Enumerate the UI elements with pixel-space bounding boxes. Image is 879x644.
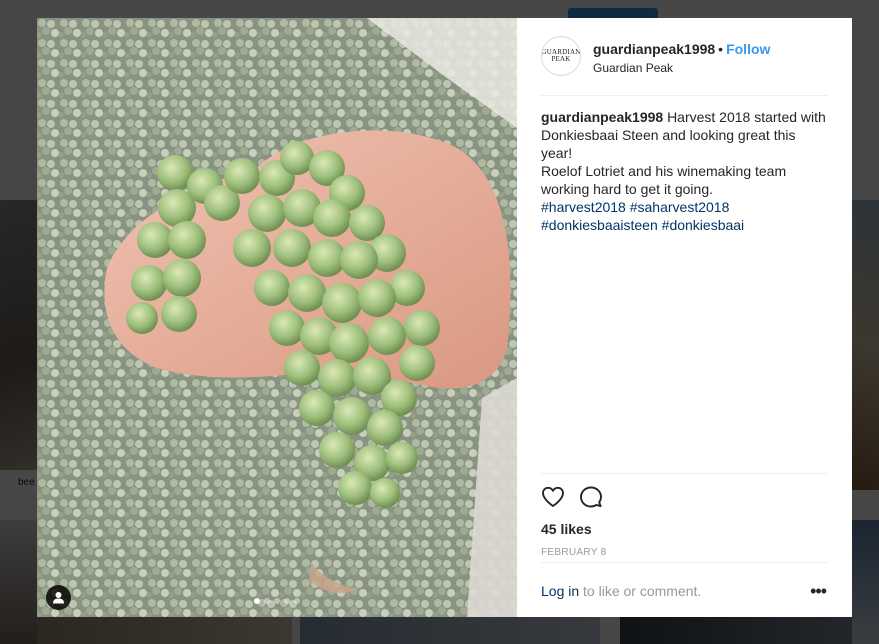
carousel-dot	[284, 598, 290, 604]
more-options-icon[interactable]: •••	[810, 582, 827, 600]
hashtag-link[interactable]: #harvest2018	[541, 199, 626, 215]
follow-button[interactable]: Follow	[726, 41, 770, 57]
post-modal: GUARDIAN PEAK guardianpeak1998 • Follow Gu…	[37, 18, 852, 617]
separator-dot: •	[718, 41, 724, 57]
post-header-line: guardianpeak1998 • Follow	[593, 40, 770, 58]
username-link[interactable]: guardianpeak1998	[593, 41, 715, 57]
post-header-text: guardianpeak1998 • Follow Guardian Peak	[593, 40, 770, 95]
carousel-dot	[294, 598, 300, 604]
hashtag-link[interactable]: #donkiesbaaisteen	[541, 217, 658, 233]
comment-icon[interactable]	[579, 485, 603, 509]
caption-text: Donkiesbaai Steen and looking great this	[541, 127, 796, 143]
heart-icon[interactable]	[541, 485, 565, 509]
post-header: GUARDIAN PEAK guardianpeak1998 • Follow Gu…	[541, 36, 828, 96]
like-count[interactable]: 45 likes	[541, 521, 828, 537]
avatar-logo-bottom: PEAK	[551, 55, 571, 63]
caption-text: working hard to get it going.	[541, 181, 713, 197]
post-actions: 45 likes FEBRUARY 8	[541, 473, 828, 558]
carousel-indicator	[37, 598, 517, 604]
caption-username[interactable]: guardianpeak1998	[541, 109, 663, 125]
hashtag-link[interactable]: #saharvest2018	[630, 199, 730, 215]
carousel-dot	[264, 598, 270, 604]
location-link[interactable]: Guardian Peak	[593, 61, 770, 75]
login-prompt-text: to like or comment.	[583, 582, 702, 599]
avatar[interactable]: GUARDIAN PEAK	[541, 36, 581, 76]
post-photo[interactable]	[37, 18, 517, 617]
post-sidebar: GUARDIAN PEAK guardianpeak1998 • Follow Gu…	[517, 18, 852, 617]
caption-text: Roelof Lotriet and his winemaking team	[541, 163, 787, 179]
hashtag-link[interactable]: #donkiesbaai	[662, 217, 745, 233]
comment-bar: Log in to like or comment. •••	[541, 562, 828, 618]
caption-text: year!	[541, 145, 573, 161]
caption-text: Harvest 2018 started with	[667, 109, 826, 125]
action-icons-row	[541, 474, 828, 509]
carousel-dot	[254, 598, 260, 604]
post-caption: guardianpeak1998 Harvest 2018 started wi…	[541, 108, 828, 234]
post-date: FEBRUARY 8	[541, 547, 607, 558]
login-link[interactable]: Log in	[541, 583, 579, 599]
login-prompt: Log in to like or comment.	[541, 583, 701, 599]
carousel-dot	[274, 598, 280, 604]
grapes-photo	[37, 18, 517, 617]
